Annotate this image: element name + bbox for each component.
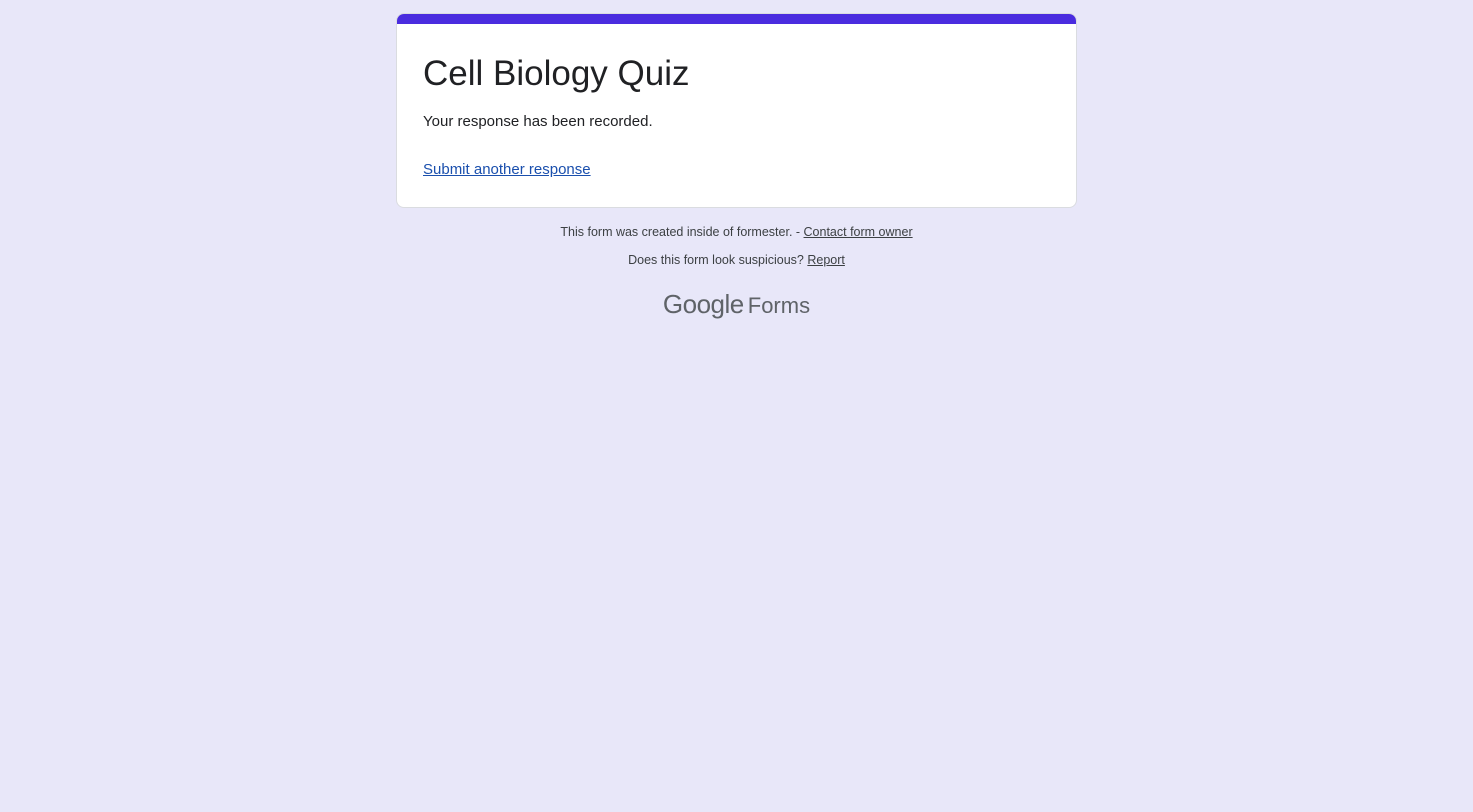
form-title: Cell Biology Quiz <box>423 54 690 93</box>
confirmation-message: Your response has been recorded. <box>423 113 653 130</box>
footer-created-text: This form was created inside of formeste… <box>560 225 804 239</box>
google-forms-logo[interactable]: Google Forms <box>0 288 1473 322</box>
confirmation-card: Cell Biology Quiz Your response has been… <box>396 13 1077 208</box>
footer-created-line: This form was created inside of formeste… <box>0 224 1473 240</box>
submit-another-response-link[interactable]: Submit another response <box>423 160 591 180</box>
report-link[interactable]: Report <box>807 253 845 267</box>
footer-suspicious-text: Does this form look suspicious? <box>628 253 808 267</box>
forms-wordmark: Forms <box>747 293 811 318</box>
card-accent-bar <box>397 14 1076 24</box>
contact-form-owner-link[interactable]: Contact form owner <box>804 225 913 239</box>
google-wordmark: Google <box>662 289 744 319</box>
footer-suspicious-line: Does this form look suspicious? Report <box>0 252 1473 268</box>
